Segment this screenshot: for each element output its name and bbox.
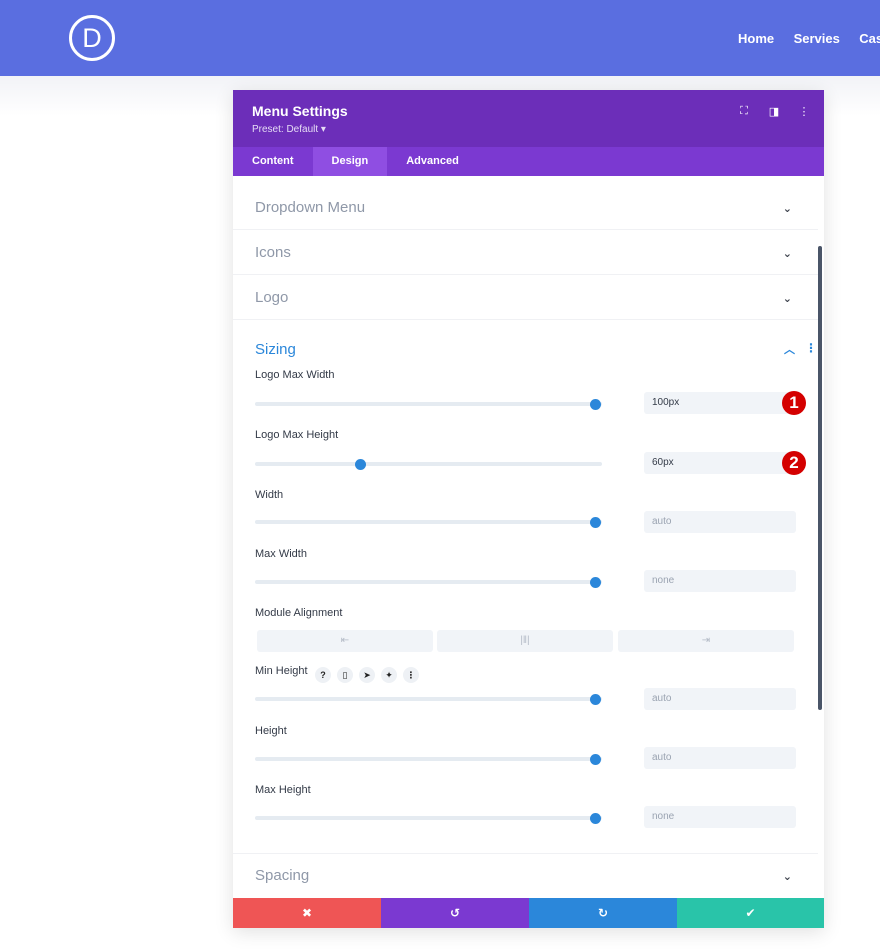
modal-footer: ✖ ↺ ↻ ✔ [233,898,824,928]
section-label: Icons [255,244,291,261]
max-width-slider[interactable] [255,576,602,588]
tab-advanced[interactable]: Advanced [387,147,478,176]
preset-dropdown[interactable]: Preset: Default ▾ [252,124,326,135]
slider-handle[interactable] [590,576,601,588]
field-label: Max Height [255,784,311,796]
logo-max-height-slider[interactable] [255,458,602,470]
chevron-down-icon[interactable]: ⌄ [783,870,792,883]
tab-content[interactable]: Content [233,147,313,176]
chevron-down-icon[interactable]: ⌄ [783,202,792,215]
max-width-input[interactable]: none [644,570,796,592]
section-label: Spacing [255,867,310,884]
section-logo[interactable]: Logo ⌄ [233,275,818,320]
field-label: Max Width [255,548,307,560]
logo-max-width-input[interactable]: 100px [644,392,796,414]
align-center-button[interactable]: |‖| [437,630,613,652]
chevron-down-icon[interactable]: ⌄ [783,292,792,305]
field-label: Min Height [255,665,308,677]
field-label: Width [255,489,284,501]
header-icons: ⛶ ◨ ⋮ [738,105,810,118]
section-label: Dropdown Menu [255,199,366,216]
fullscreen-icon[interactable]: ⛶ [738,105,750,118]
slider-handle[interactable] [590,398,601,410]
height-input[interactable]: auto [644,747,796,769]
section-icons[interactable]: Icons ⌄ [233,230,818,275]
tab-bar: Content Design Advanced [233,147,824,176]
section-label: Logo [255,289,289,306]
section-spacing[interactable]: Spacing ⌄ [233,853,818,898]
mobile-icon[interactable]: ▯ [337,667,353,683]
site-logo[interactable]: D [69,15,115,61]
width-slider[interactable] [255,516,602,528]
undo-button[interactable]: ↺ [381,898,529,928]
site-nav: Home Servies Case [738,30,880,48]
section-sizing-title[interactable]: Sizing [255,341,296,358]
align-left-icon: ⇤ [340,635,350,646]
field-label: Logo Max Height [255,429,339,441]
modal-header: Menu Settings Preset: Default ▾ ⛶ ◨ ⋮ [233,90,824,147]
chevron-up-icon[interactable]: ︿ [784,341,795,357]
tab-design[interactable]: Design [312,147,388,176]
annotation-badge-2: 2 [782,451,806,475]
width-input[interactable]: auto [644,511,796,533]
align-right-button[interactable]: ⇥ [618,630,794,652]
more-options-icon[interactable]: ⋮ [798,105,810,118]
settings-scroll-area: Dropdown Menu ⌄ Icons ⌄ Logo ⌄ Sizing ︿ … [233,176,824,898]
section-more-icon[interactable]: ⋮ [805,341,817,355]
settings-modal: Menu Settings Preset: Default ▾ ⛶ ◨ ⋮ Co… [233,90,824,928]
nav-link-servies[interactable]: Servies [794,31,840,46]
cursor-icon[interactable]: ➤ [359,667,375,683]
align-left-button[interactable]: ⇤ [257,630,433,652]
min-height-tools: ? ▯ ➤ ✦ ⋮ [315,667,419,683]
split-view-icon[interactable]: ◨ [768,105,780,118]
scrollbar[interactable] [818,246,822,710]
section-dropdown-menu[interactable]: Dropdown Menu ⌄ [233,176,818,230]
nav-link-home[interactable]: Home [738,31,774,46]
save-button[interactable]: ✔ [677,898,824,928]
slider-handle[interactable] [590,516,601,528]
slider-handle[interactable] [590,812,601,824]
slider-handle[interactable] [590,753,601,765]
site-header: D Home Servies Case [0,0,880,76]
field-label: Logo Max Width [255,369,335,381]
logo-max-height-input[interactable]: 60px [644,452,796,474]
field-label: Module Alignment [255,607,343,619]
nav-link-case[interactable]: Case [859,31,880,46]
annotation-badge-1: 1 [782,391,806,415]
slider-handle[interactable] [590,693,601,705]
logo-max-width-slider[interactable] [255,398,602,410]
redo-button[interactable]: ↻ [529,898,677,928]
min-height-slider[interactable] [255,693,602,705]
cancel-button[interactable]: ✖ [233,898,381,928]
align-center-icon: |‖| [520,635,530,646]
slider-handle[interactable] [355,458,366,470]
field-label: Height [255,725,287,737]
pin-icon[interactable]: ✦ [381,667,397,683]
modal-title: Menu Settings [252,103,348,119]
height-slider[interactable] [255,753,602,765]
align-right-icon: ⇥ [701,635,711,646]
chevron-down-icon[interactable]: ⌄ [783,247,792,260]
min-height-input[interactable]: auto [644,688,796,710]
more-icon[interactable]: ⋮ [403,667,419,683]
max-height-input[interactable]: none [644,806,796,828]
help-icon[interactable]: ? [315,667,331,683]
max-height-slider[interactable] [255,812,602,824]
